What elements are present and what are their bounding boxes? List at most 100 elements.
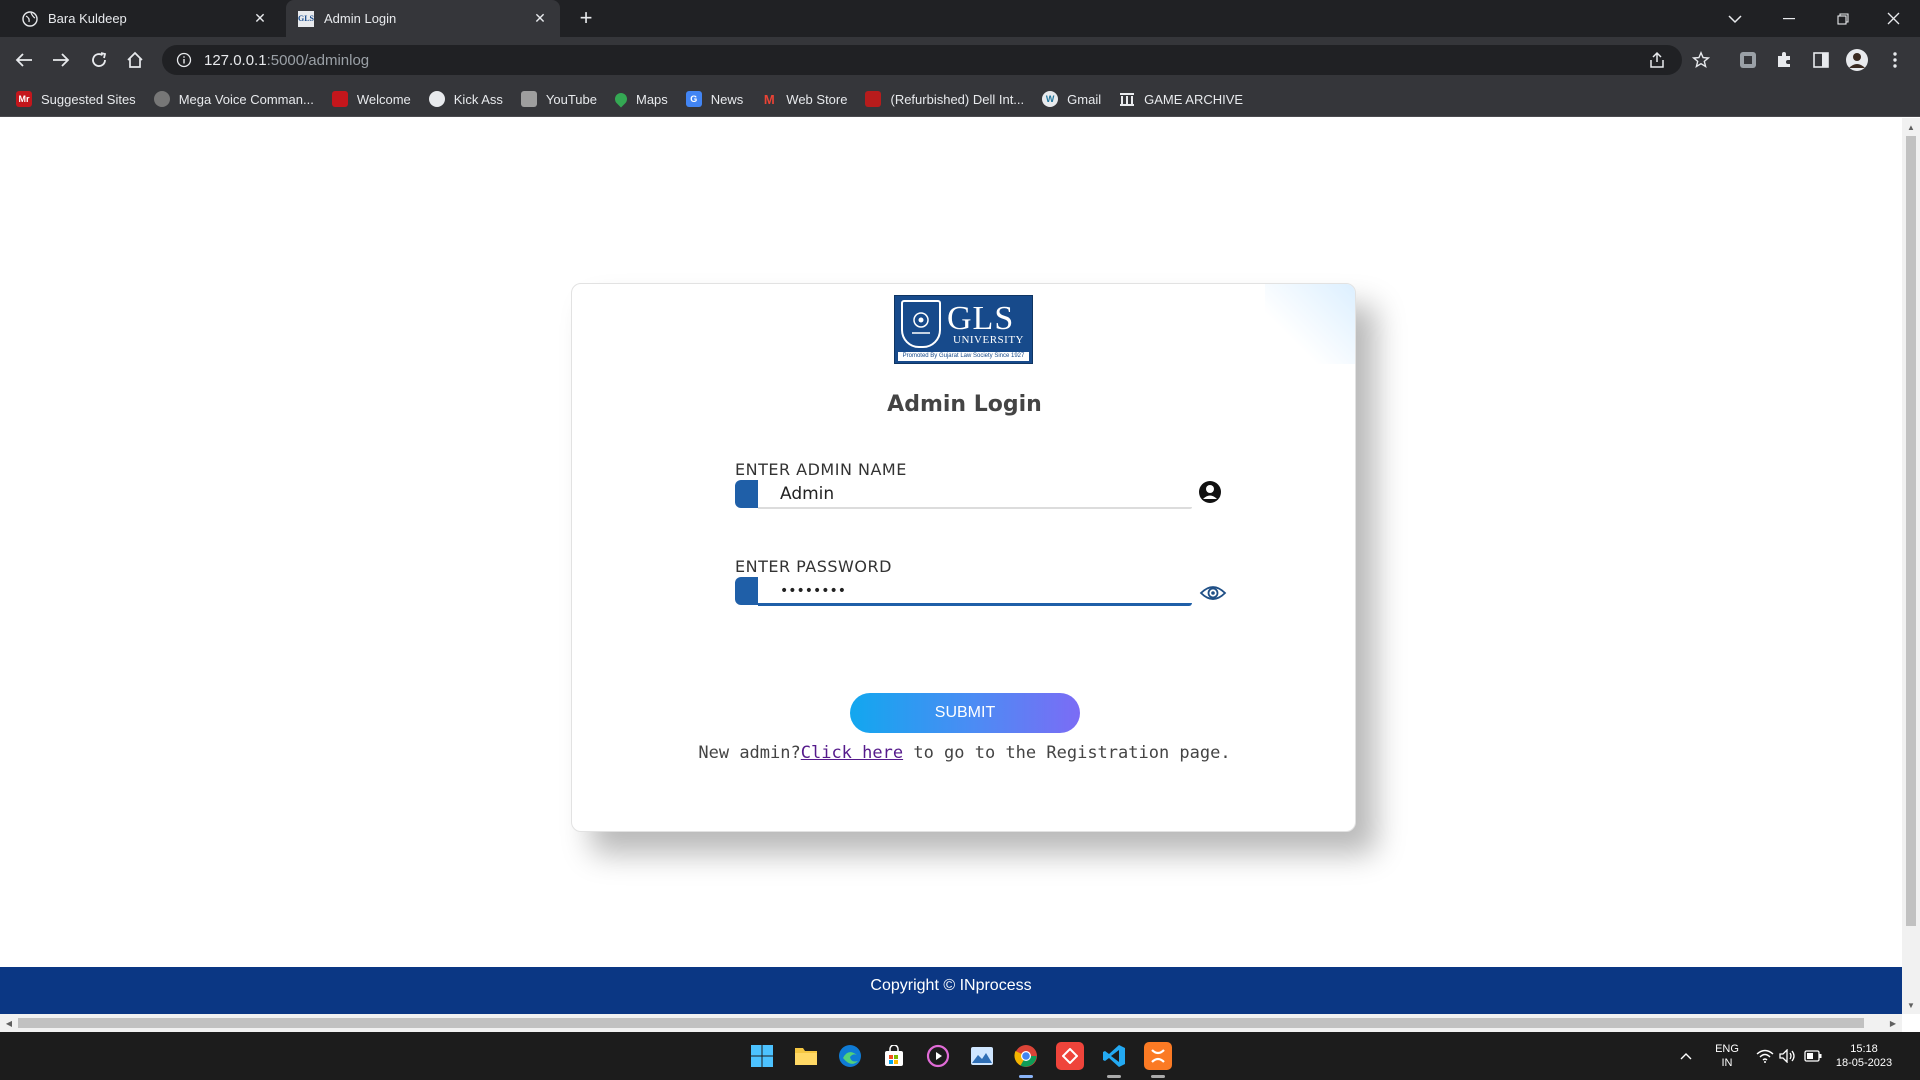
vertical-scrollbar[interactable]: ▲ ▼ bbox=[1902, 118, 1920, 1014]
archive-icon bbox=[1120, 93, 1135, 106]
registration-link[interactable]: Click here bbox=[801, 743, 903, 763]
tab-strip: Bara Kuldeep ✕ GLS Admin Login ✕ + bbox=[0, 0, 1920, 37]
bookmark-label: Web Store bbox=[786, 91, 848, 107]
side-panel-icon bbox=[1813, 52, 1829, 68]
close-icon[interactable]: ✕ bbox=[532, 10, 548, 27]
close-window-button[interactable] bbox=[1866, 0, 1920, 37]
bookmark-game-archive[interactable]: GAME ARCHIVE bbox=[1119, 91, 1243, 107]
address-bar[interactable]: 127.0.0.1:5000/adminlog bbox=[162, 45, 1682, 75]
field-underline bbox=[758, 507, 1192, 509]
bookmarks-bar: Mr Suggested Sites Mega Voice Comman... … bbox=[0, 82, 1920, 117]
scroll-down-icon[interactable]: ▼ bbox=[1902, 996, 1920, 1014]
bookmark-mega-voice[interactable]: Mega Voice Comman... bbox=[153, 91, 314, 107]
scrollbar-thumb[interactable] bbox=[1906, 136, 1916, 926]
new-tab-button[interactable]: + bbox=[574, 7, 598, 31]
password-field bbox=[735, 577, 1192, 606]
page-title: Admin Login bbox=[887, 392, 1042, 417]
tab-search-button[interactable] bbox=[1708, 0, 1762, 37]
volume-button[interactable] bbox=[1779, 1032, 1797, 1080]
extensions-button[interactable] bbox=[1772, 48, 1796, 72]
close-icon[interactable]: ✕ bbox=[252, 10, 268, 27]
page-viewport: GLS UNIVERSITY Promoted By Gujarat Law S… bbox=[0, 118, 1902, 1014]
forward-button[interactable] bbox=[48, 47, 74, 73]
xampp-icon[interactable] bbox=[1144, 1042, 1172, 1070]
bookmark-web-store[interactable]: M Web Store bbox=[761, 91, 847, 107]
extension-button[interactable] bbox=[1736, 48, 1760, 72]
admin-name-field bbox=[735, 480, 1192, 509]
globe-icon bbox=[428, 91, 445, 107]
chevron-up-icon bbox=[1680, 1053, 1692, 1060]
browser-menu-button[interactable] bbox=[1883, 48, 1907, 72]
gls-favicon-icon: GLS bbox=[298, 10, 314, 27]
battery-button[interactable] bbox=[1804, 1032, 1822, 1080]
windows-taskbar: ENG IN 15:18 18-05-2023 bbox=[0, 1032, 1920, 1080]
scroll-up-icon[interactable]: ▲ bbox=[1902, 118, 1920, 136]
clock[interactable]: 15:18 18-05-2023 bbox=[1834, 1042, 1894, 1070]
login-card: GLS UNIVERSITY Promoted By Gujarat Law S… bbox=[571, 283, 1356, 832]
star-icon bbox=[1692, 51, 1710, 68]
chrome-icon[interactable] bbox=[1012, 1042, 1040, 1070]
side-panel-button[interactable] bbox=[1809, 48, 1833, 72]
field-accent bbox=[735, 480, 758, 508]
bookmark-label: Kick Ass bbox=[453, 91, 503, 107]
scrollbar-thumb[interactable] bbox=[18, 1018, 1864, 1028]
minimize-button[interactable] bbox=[1762, 0, 1816, 37]
profile-avatar[interactable] bbox=[1845, 48, 1869, 72]
scroll-left-icon[interactable]: ◀ bbox=[0, 1014, 18, 1032]
bookmark-maps[interactable]: Maps bbox=[612, 90, 668, 108]
bookmark-star-button[interactable] bbox=[1689, 48, 1713, 72]
arrow-right-icon bbox=[53, 53, 70, 67]
windows-start-icon[interactable] bbox=[748, 1042, 776, 1070]
bookmark-welcome[interactable]: Welcome bbox=[331, 91, 411, 107]
gls-university-logo: GLS UNIVERSITY Promoted By Gujarat Law S… bbox=[894, 295, 1033, 364]
bookmark-label: YouTube bbox=[545, 91, 597, 107]
home-button[interactable] bbox=[122, 47, 148, 73]
bookmark-dell[interactable]: (Refurbished) Dell Int... bbox=[865, 91, 1024, 107]
photos-icon[interactable] bbox=[968, 1042, 996, 1070]
close-icon bbox=[1887, 12, 1899, 25]
bookmark-youtube[interactable]: YouTube bbox=[520, 91, 597, 107]
bookmark-kick-ass[interactable]: Kick Ass bbox=[428, 91, 503, 107]
restore-button[interactable] bbox=[1816, 0, 1870, 37]
url-path: :5000/adminlog bbox=[266, 51, 370, 69]
globe-icon bbox=[22, 10, 38, 27]
registration-prompt: New admin?Click here to go to the Regist… bbox=[572, 743, 1355, 763]
extension-app-icon bbox=[1740, 52, 1756, 68]
language-indicator[interactable]: ENG IN bbox=[1712, 1042, 1742, 1070]
scroll-right-icon[interactable]: ▶ bbox=[1884, 1014, 1902, 1032]
bookmark-label: Maps bbox=[635, 91, 668, 107]
reload-icon bbox=[92, 52, 107, 67]
bookmark-gmail[interactable]: W Gmail bbox=[1042, 91, 1101, 107]
media-player-icon[interactable] bbox=[924, 1042, 952, 1070]
bookmark-suggested-sites[interactable]: Mr Suggested Sites bbox=[16, 91, 136, 107]
edge-icon[interactable] bbox=[836, 1042, 864, 1070]
submit-button[interactable]: SUBMIT bbox=[850, 693, 1080, 733]
bookmark-news[interactable]: G News bbox=[685, 91, 743, 107]
maps-icon bbox=[612, 90, 630, 108]
password-input[interactable] bbox=[758, 577, 1192, 605]
store-icon[interactable] bbox=[880, 1042, 908, 1070]
admin-name-input[interactable] bbox=[758, 480, 1192, 508]
share-icon bbox=[1650, 51, 1664, 68]
clock-time: 15:18 bbox=[1850, 1043, 1878, 1055]
bookmark-label: Welcome bbox=[356, 91, 411, 107]
show-password-toggle[interactable] bbox=[1199, 579, 1227, 607]
url-text: 127.0.0.1:5000/adminlog bbox=[204, 52, 369, 69]
info-icon bbox=[176, 52, 192, 68]
file-explorer-icon[interactable] bbox=[792, 1042, 820, 1070]
network-button[interactable] bbox=[1756, 1032, 1774, 1080]
anydesk-icon[interactable] bbox=[1056, 1042, 1084, 1070]
vscode-icon[interactable] bbox=[1100, 1042, 1128, 1070]
news-icon: G bbox=[685, 91, 702, 107]
horizontal-scrollbar[interactable]: ◀ ▶ bbox=[0, 1014, 1902, 1032]
copyright-text: Copyright © INprocess bbox=[870, 977, 1032, 994]
arrow-left-icon bbox=[15, 53, 32, 67]
youtube-icon bbox=[520, 91, 537, 107]
reload-button[interactable] bbox=[86, 47, 112, 73]
tab-bara-kuldeep[interactable]: Bara Kuldeep ✕ bbox=[10, 0, 280, 37]
tray-overflow-button[interactable] bbox=[1680, 1032, 1692, 1080]
tab-admin-login[interactable]: GLS Admin Login ✕ bbox=[286, 0, 560, 37]
share-button[interactable] bbox=[1648, 45, 1666, 75]
home-icon bbox=[127, 51, 143, 68]
back-button[interactable] bbox=[11, 47, 37, 73]
